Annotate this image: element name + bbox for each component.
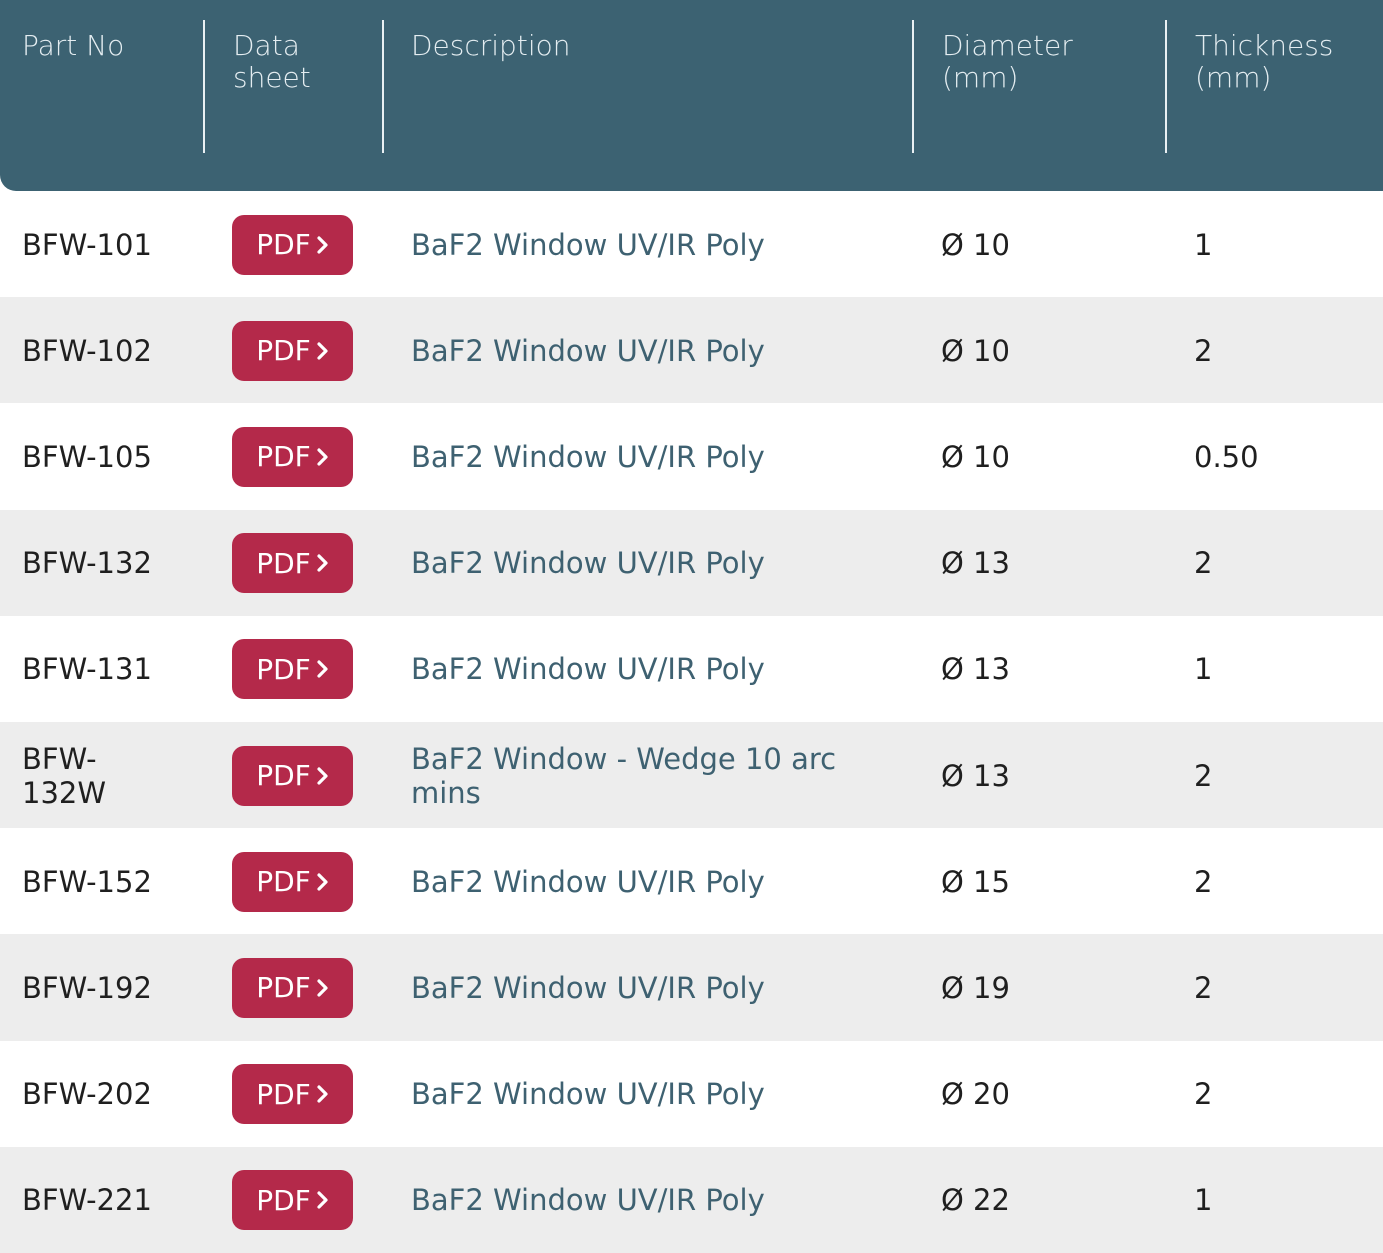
part-thickness: 2 xyxy=(1194,970,1213,1005)
part-number: BFW-221 xyxy=(22,1183,152,1218)
part-number: BFW-132W xyxy=(22,741,107,810)
parts-table: Part No Data sheet Description Diameter … xyxy=(0,0,1383,1253)
pdf-button-label: PDF xyxy=(256,971,311,1005)
table-header: Part No Data sheet Description Diameter … xyxy=(0,0,1383,191)
part-diameter: Ø 19 xyxy=(941,970,1010,1005)
part-thickness: 2 xyxy=(1194,333,1213,368)
part-description: BaF2 Window UV/IR Poly xyxy=(411,1183,765,1218)
chevron-right-icon xyxy=(317,448,328,466)
pdf-datasheet-button[interactable]: PDF xyxy=(232,745,353,806)
header-thickness: Thickness (mm) xyxy=(1195,0,1380,191)
part-diameter: Ø 15 xyxy=(941,864,1010,899)
part-thickness: 0.50 xyxy=(1194,439,1259,474)
part-description: BaF2 Window UV/IR Poly xyxy=(411,1077,765,1112)
pdf-button-label: PDF xyxy=(256,440,311,474)
table-row: BFW-101 PDF BaF2 Window UV/IR Poly Ø 10 1 xyxy=(0,191,1383,298)
pdf-button-label: PDF xyxy=(256,546,311,580)
table-row: BFW-131 PDF BaF2 Window UV/IR Poly Ø 13 1 xyxy=(0,615,1383,723)
part-diameter: Ø 10 xyxy=(941,439,1010,474)
header-data-sheet-line1: Data xyxy=(233,29,300,62)
part-diameter: Ø 10 xyxy=(941,227,1010,262)
pdf-button-label: PDF xyxy=(256,1077,311,1111)
chevron-right-icon xyxy=(317,873,328,891)
part-number: BFW-105 xyxy=(22,439,152,474)
header-diameter-line1: Diameter xyxy=(942,29,1073,62)
part-number: BFW-102 xyxy=(22,333,152,368)
table-row: BFW-105 PDF BaF2 Window UV/IR Poly Ø 10 0.50 xyxy=(0,403,1383,511)
pdf-button-label: PDF xyxy=(256,334,311,368)
header-divider xyxy=(203,20,205,153)
pdf-datasheet-button[interactable]: PDF xyxy=(232,851,353,912)
pdf-button-label: PDF xyxy=(256,1183,311,1217)
header-divider xyxy=(912,20,914,153)
part-description: BaF2 Window UV/IR Poly xyxy=(411,439,765,474)
pdf-datasheet-button[interactable]: PDF xyxy=(232,426,353,487)
pdf-button-label: PDF xyxy=(256,652,311,686)
header-data-sheet: Data sheet xyxy=(233,0,373,191)
pdf-datasheet-button[interactable]: PDF xyxy=(232,214,353,275)
part-thickness: 2 xyxy=(1194,758,1213,793)
header-part-no-label: Part No xyxy=(22,29,125,62)
pdf-datasheet-button[interactable]: PDF xyxy=(232,533,353,594)
pdf-button-label: PDF xyxy=(256,228,311,261)
part-diameter: Ø 20 xyxy=(941,1077,1010,1112)
part-thickness: 2 xyxy=(1194,864,1213,899)
header-divider xyxy=(1165,20,1167,153)
chevron-right-icon xyxy=(317,979,328,997)
pdf-button-label: PDF xyxy=(256,865,311,899)
chevron-right-icon xyxy=(317,1191,328,1209)
part-description: BaF2 Window UV/IR Poly xyxy=(411,652,765,687)
part-description: BaF2 Window UV/IR Poly xyxy=(411,864,765,899)
part-description: BaF2 Window UV/IR Poly xyxy=(411,227,765,262)
part-description: BaF2 Window UV/IR Poly xyxy=(411,970,765,1005)
pdf-datasheet-button[interactable]: PDF xyxy=(232,1170,353,1231)
header-diameter-line2: (mm) xyxy=(942,61,1019,94)
part-number: BFW-202 xyxy=(22,1077,152,1112)
pdf-datasheet-button[interactable]: PDF xyxy=(232,957,353,1018)
table-row: BFW-221 PDF BaF2 Window UV/IR Poly Ø 22 1 xyxy=(0,1146,1383,1253)
part-diameter: Ø 13 xyxy=(941,758,1010,793)
table-row: BFW-102 PDF BaF2 Window UV/IR Poly Ø 10 2 xyxy=(0,297,1383,405)
part-thickness: 1 xyxy=(1194,652,1213,687)
part-diameter: Ø 22 xyxy=(941,1183,1010,1218)
part-description: BaF2 Window UV/IR Poly xyxy=(411,546,765,581)
part-diameter: Ø 13 xyxy=(941,546,1010,581)
header-part-no: Part No xyxy=(22,0,192,191)
part-number: BFW-101 xyxy=(22,227,152,262)
header-description-label: Description xyxy=(411,29,571,62)
table-row: BFW-202 PDF BaF2 Window UV/IR Poly Ø 20 2 xyxy=(0,1040,1383,1148)
header-thickness-line2: (mm) xyxy=(1195,61,1272,94)
part-diameter: Ø 13 xyxy=(941,652,1010,687)
chevron-right-icon xyxy=(317,235,328,254)
header-thickness-line1: Thickness xyxy=(1195,29,1334,62)
part-number: BFW-132 xyxy=(22,546,152,581)
header-description: Description xyxy=(411,0,901,191)
table-row: BFW-132 PDF BaF2 Window UV/IR Poly Ø 13 2 xyxy=(0,509,1383,617)
part-thickness: 1 xyxy=(1194,227,1213,262)
part-description: BaF2 Window - Wedge 10 arc mins xyxy=(411,741,837,810)
part-thickness: 1 xyxy=(1194,1183,1213,1218)
header-diameter: Diameter (mm) xyxy=(942,0,1157,191)
chevron-right-icon xyxy=(317,1085,328,1103)
pdf-datasheet-button[interactable]: PDF xyxy=(232,1064,353,1125)
part-number: BFW-192 xyxy=(22,970,152,1005)
chevron-right-icon xyxy=(317,554,328,572)
chevron-right-icon xyxy=(317,342,328,360)
part-number: BFW-152 xyxy=(22,864,152,899)
chevron-right-icon xyxy=(317,766,328,785)
chevron-right-icon xyxy=(317,660,328,678)
pdf-datasheet-button[interactable]: PDF xyxy=(232,320,353,381)
pdf-button-label: PDF xyxy=(256,759,311,792)
part-number: BFW-131 xyxy=(22,652,152,687)
header-divider xyxy=(382,20,384,153)
table-row: BFW-192 PDF BaF2 Window UV/IR Poly Ø 19 2 xyxy=(0,934,1383,1042)
part-thickness: 2 xyxy=(1194,546,1213,581)
part-thickness: 2 xyxy=(1194,1077,1213,1112)
part-description: BaF2 Window UV/IR Poly xyxy=(411,333,765,368)
header-data-sheet-line2: sheet xyxy=(233,61,311,94)
part-diameter: Ø 10 xyxy=(941,333,1010,368)
table-row: BFW-132W PDF BaF2 Window - Wedge 10 arc mi… xyxy=(0,722,1383,829)
table-row: BFW-152 PDF BaF2 Window UV/IR Poly Ø 15 2 xyxy=(0,828,1383,936)
pdf-datasheet-button[interactable]: PDF xyxy=(232,639,353,700)
